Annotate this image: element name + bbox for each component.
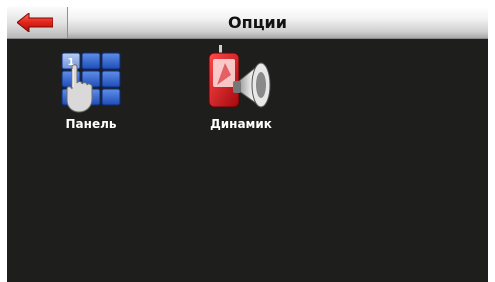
back-button[interactable] bbox=[7, 7, 68, 38]
back-arrow-icon bbox=[17, 13, 53, 32]
title-bar: Опции bbox=[7, 7, 488, 39]
keypad-hand-icon: 1 bbox=[61, 52, 121, 113]
options-screen: Опции 1 Панель Динамик bbox=[7, 7, 488, 282]
phone-speaker-icon bbox=[208, 45, 271, 108]
option-speaker[interactable]: Динамик bbox=[193, 45, 289, 131]
option-speaker-label: Динамик bbox=[210, 117, 272, 131]
option-panel[interactable]: 1 Панель bbox=[43, 49, 139, 131]
page-title: Опции bbox=[228, 13, 287, 32]
option-panel-label: Панель bbox=[65, 117, 117, 131]
